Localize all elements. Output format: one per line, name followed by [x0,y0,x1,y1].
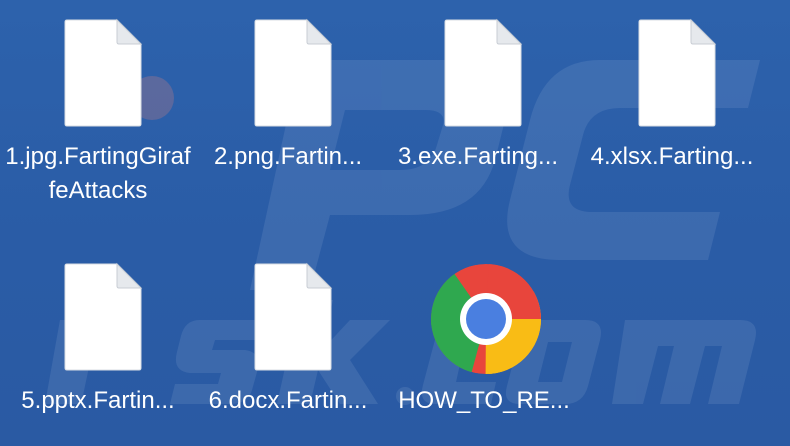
blank-file-icon [254,18,333,127]
blank-file-icon [444,18,523,127]
chrome-icon [431,264,541,374]
file-name-label: 5.pptx.Fartin... [21,387,175,414]
file-name-label: 2.png.Fartin... [213,143,363,170]
blank-file-icon [638,18,717,127]
blank-file-icon [64,18,143,127]
file-name-label: 1.jpg.FartingGiraffeAttacks [5,143,191,204]
blank-file-icon [64,262,143,371]
blank-file-icon [254,262,333,371]
file-name-label: HOW_TO_RE... [398,387,570,414]
file-name-label: 6.docx.Fartin... [208,387,368,414]
desktop: 1.jpg.FartingGiraffeAttacks 2.png.Fartin… [0,0,790,446]
file-name-label: 3.exe.Farting... [397,143,559,170]
file-name-label: 4.xlsx.Farting... [590,143,754,170]
